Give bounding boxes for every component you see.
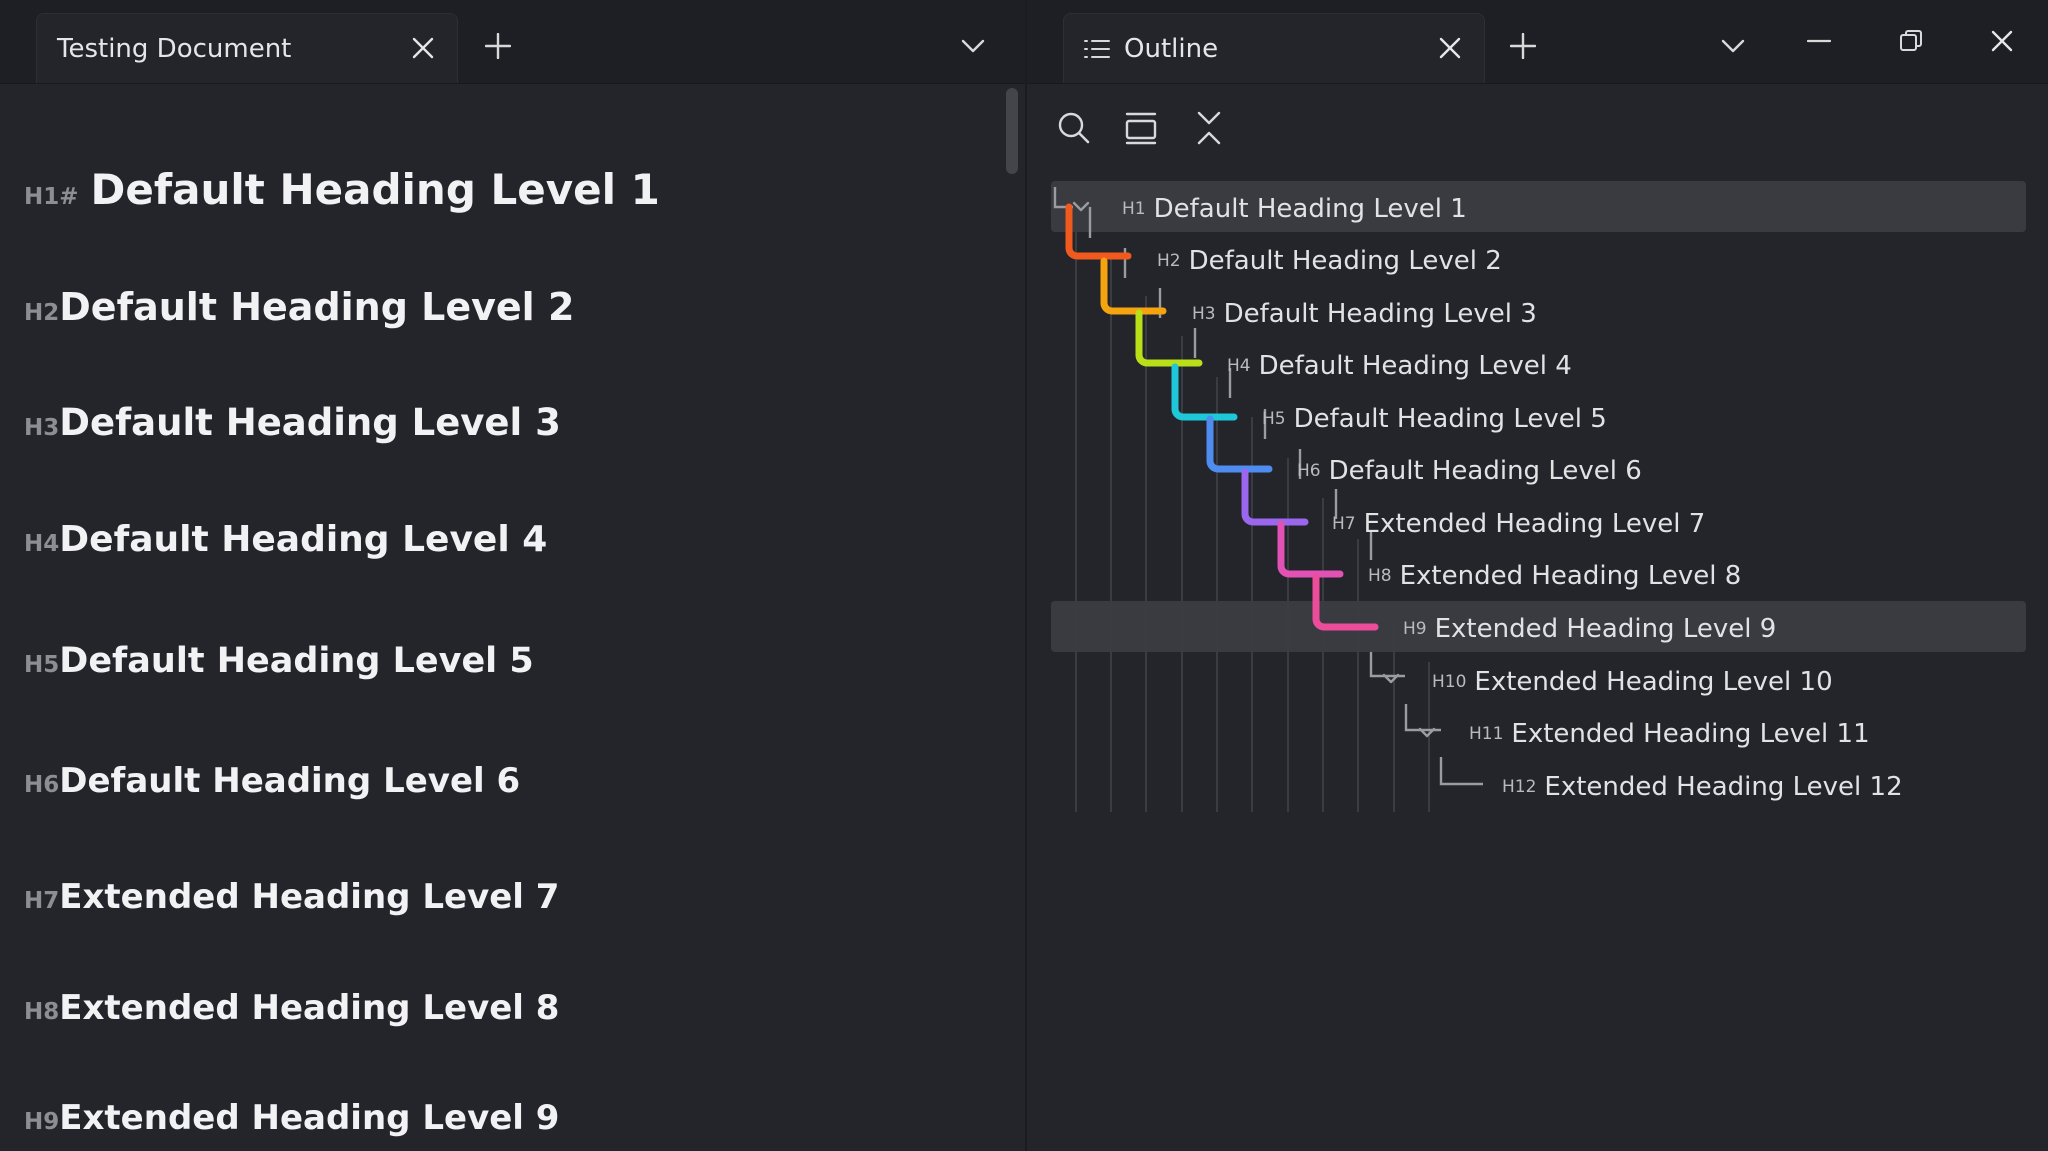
doc-heading-4[interactable]: H4 Default Heading Level 4 [24,519,547,560]
outline-item-label: Extended Heading Level 10 [1474,666,1833,697]
heading-text: Default Heading Level 3 [59,401,561,444]
outline-item-h9[interactable]: H9 Extended Heading Level 9 [1403,603,1776,654]
heading-text: Extended Heading Level 8 [59,988,560,1028]
outline-item-h7[interactable]: H7 Extended Heading Level 7 [1332,498,1705,549]
minimize-icon[interactable] [1789,16,1849,66]
tab-title: Testing Document [57,34,292,64]
heading-text: Extended Heading Level 9 [59,1098,560,1138]
collapse-icon[interactable] [1189,108,1229,148]
outline-item-label: Default Heading Level 3 [1223,298,1537,329]
doc-heading-2[interactable]: H2 Default Heading Level 2 [24,285,574,329]
outline-item-h2[interactable]: H2 Default Heading Level 2 [1157,235,1502,286]
heading-text: Default Heading Level 1 [90,165,660,214]
heading-text: Default Heading Level 5 [59,641,534,681]
document-content: H1# Default Heading Level 1 H2 Default H… [0,83,1000,1151]
close-window-icon[interactable] [1972,16,2032,66]
plus-icon[interactable] [478,26,518,66]
restore-icon[interactable] [1881,16,1941,66]
heading-marker: H6 [24,772,60,798]
tab-title: Outline [1124,34,1219,64]
heading-text: Default Heading Level 6 [59,761,521,801]
outline-item-h10[interactable]: H10 Extended Heading Level 10 [1432,656,1833,707]
search-icon[interactable] [1054,108,1094,148]
close-icon[interactable] [405,30,441,66]
outline-item-label: Default Heading Level 1 [1153,193,1467,224]
outline-item-label: Default Heading Level 5 [1293,403,1607,434]
chevron-down-icon[interactable] [953,26,993,66]
level-tag: H6 [1297,460,1321,481]
editor-tab-bar: Testing Document [0,0,1025,84]
level-tag: H5 [1262,408,1286,429]
doc-heading-7[interactable]: H7 Extended Heading Level 7 [24,877,559,917]
heading-text: Default Heading Level 2 [59,285,575,329]
doc-heading-5[interactable]: H5 Default Heading Level 5 [24,641,534,681]
outline-item-h1[interactable]: H1 Default Heading Level 1 [1122,183,1467,234]
close-icon[interactable] [1432,30,1468,66]
outline-item-h6[interactable]: H6 Default Heading Level 6 [1297,445,1642,496]
heading-marker: H8 [24,999,60,1025]
level-tag: H2 [1157,250,1181,271]
outline-tab-bar: Outline [1027,0,2048,84]
level-tag: H4 [1227,355,1251,376]
outline-item-label: Extended Heading Level 11 [1511,718,1870,749]
outline-item-label: Default Heading Level 6 [1328,455,1642,486]
chevron-down-icon[interactable] [1713,26,1753,66]
outline-item-label: Default Heading Level 2 [1188,245,1502,276]
doc-heading-6[interactable]: H6 Default Heading Level 6 [24,761,520,801]
editor-pane: Testing Document H1# Default Heading Lev… [0,0,1025,1151]
level-tag: H1 [1122,198,1146,219]
heading-marker: H7 [24,888,60,914]
plus-icon[interactable] [1503,26,1543,66]
doc-heading-3[interactable]: H3 Default Heading Level 3 [24,401,561,444]
outline-item-label: Extended Heading Level 12 [1544,771,1903,802]
heading-marker: H5 [24,652,60,678]
tab-testing-document[interactable]: Testing Document [36,13,458,83]
outline-item-label: Extended Heading Level 9 [1434,613,1777,644]
heading-marker: H1# [24,184,79,210]
level-tag: H12 [1502,776,1537,797]
level-tag: H7 [1332,513,1356,534]
heading-text: Default Heading Level 4 [59,519,548,560]
level-tag: H3 [1192,303,1216,324]
outline-item-h11[interactable]: H11 Extended Heading Level 11 [1469,708,1870,759]
outline-item-h3[interactable]: H3 Default Heading Level 3 [1192,288,1537,339]
list-icon [1082,34,1112,64]
doc-heading-1[interactable]: H1# Default Heading Level 1 [24,165,660,214]
heading-marker: H9 [24,1109,60,1135]
doc-heading-9[interactable]: H9 Extended Heading Level 9 [24,1098,559,1138]
outline-item-label: Default Heading Level 4 [1258,350,1572,381]
outline-item-label: Extended Heading Level 7 [1363,508,1706,539]
level-tag: H9 [1403,618,1427,639]
heading-text: Extended Heading Level 7 [59,877,560,917]
editor-scrollbar[interactable] [1006,88,1018,174]
level-tag: H10 [1432,671,1467,692]
level-tag: H8 [1368,565,1392,586]
outline-item-h5[interactable]: H5 Default Heading Level 5 [1262,393,1607,444]
tab-outline[interactable]: Outline [1063,13,1485,83]
level-tag: H11 [1469,723,1504,744]
outline-item-h8[interactable]: H8 Extended Heading Level 8 [1368,550,1741,601]
panel-icon[interactable] [1121,108,1161,148]
heading-marker: H4 [24,531,60,557]
doc-heading-8[interactable]: H8 Extended Heading Level 8 [24,988,559,1028]
outline-item-h12[interactable]: H12 Extended Heading Level 12 [1502,761,1903,812]
heading-marker: H3 [24,415,60,441]
outline-item-label: Extended Heading Level 8 [1399,560,1742,591]
app-window: Testing Document H1# Default Heading Lev… [0,0,2048,1151]
outline-item-h4[interactable]: H4 Default Heading Level 4 [1227,340,1572,391]
heading-marker: H2 [24,300,60,326]
